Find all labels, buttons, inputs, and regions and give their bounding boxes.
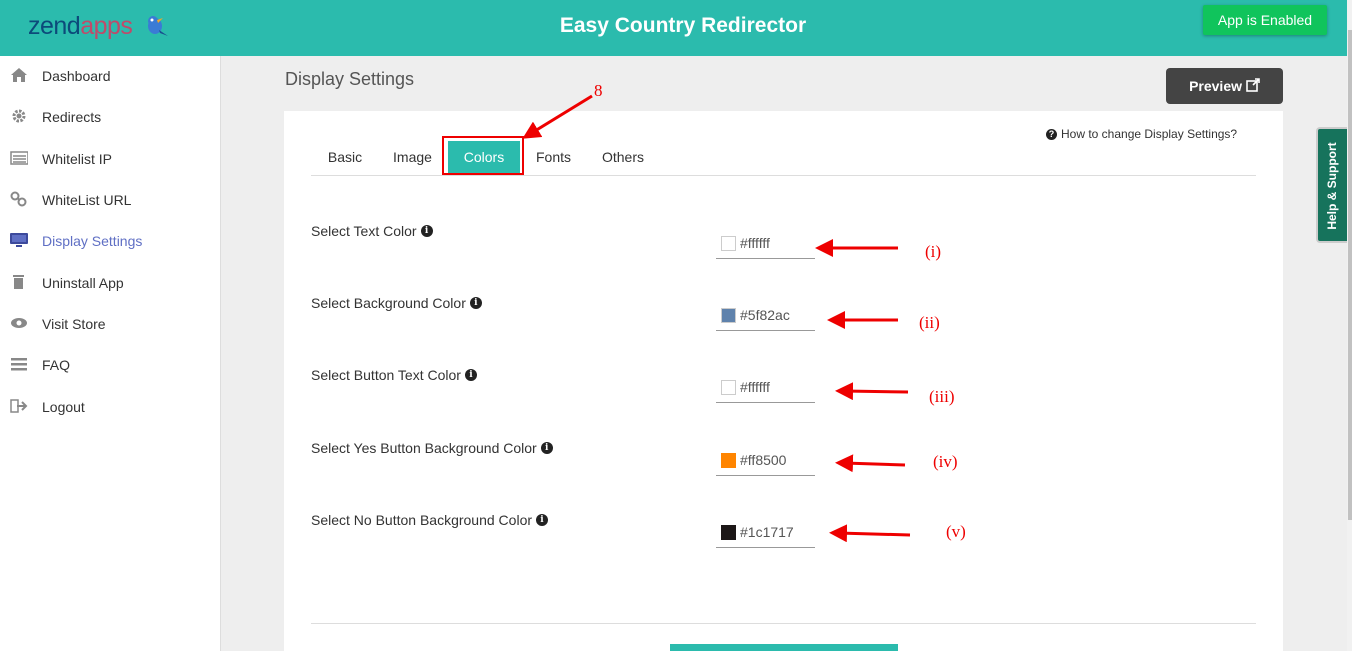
top-bar: zendapps Easy Country Redirector App is …: [0, 0, 1347, 56]
sidebar-item-label: Visit Store: [42, 316, 106, 332]
color-swatch[interactable]: [721, 453, 736, 468]
marker-label: (v): [946, 522, 966, 541]
marker-label: (iv): [933, 452, 958, 471]
marker-label: (iii): [929, 387, 955, 406]
info-icon[interactable]: i: [536, 514, 549, 526]
sidebar-item-label: Display Settings: [42, 233, 143, 249]
field-label-text: Select Button Text Color: [311, 367, 461, 383]
sidebar-item-display-settings[interactable]: Display Settings: [0, 225, 221, 255]
field-label-text: Select No Button Background Color: [311, 512, 533, 528]
trash-icon: [13, 275, 24, 289]
text-color-input[interactable]: #ffffff: [716, 229, 815, 259]
preview-button-label: Preview: [1189, 78, 1243, 94]
tab-fonts[interactable]: Fonts: [526, 141, 581, 174]
tab-image[interactable]: Image: [385, 141, 440, 174]
sidebar-item-visit-store[interactable]: Visit Store: [0, 308, 221, 338]
help-support-label: Help & Support: [1325, 142, 1339, 230]
home-icon: [11, 68, 27, 82]
field-label-text: Select Background Color: [311, 295, 466, 311]
sidebar-item-faq[interactable]: FAQ: [0, 349, 221, 379]
text-color-label: Select Text Color i: [311, 223, 433, 239]
color-swatch[interactable]: [721, 236, 736, 251]
color-value: #ffffff: [740, 235, 770, 251]
sidebar-item-whitelist-url[interactable]: WhiteList URL: [0, 184, 221, 214]
color-value: #ffffff: [740, 379, 770, 395]
sidebar-item-dashboard[interactable]: Dashboard: [0, 60, 221, 90]
preview-button[interactable]: Preview: [1166, 68, 1283, 104]
step-number: 8: [594, 81, 603, 100]
help-link[interactable]: ? How to change Display Settings?: [1046, 127, 1237, 141]
external-link-icon: [1246, 78, 1260, 92]
tab-others[interactable]: Others: [594, 141, 652, 174]
scrollbar-thumb[interactable]: [1348, 30, 1352, 520]
sidebar-item-redirects[interactable]: Redirects: [0, 101, 221, 131]
question-icon: ?: [1046, 128, 1057, 140]
app-enabled-button[interactable]: App is Enabled: [1203, 5, 1327, 35]
info-icon[interactable]: i: [540, 442, 553, 454]
gear-icon: [12, 109, 26, 123]
form-divider: [311, 623, 1256, 624]
button-text-color-input[interactable]: #ffffff: [716, 373, 815, 403]
tab-highlight-box: [442, 136, 524, 175]
help-link-text: How to change Display Settings?: [1061, 127, 1238, 141]
sidebar-item-label: Uninstall App: [42, 275, 124, 291]
no-button-bg-color-input[interactable]: #1c1717: [716, 518, 815, 548]
color-swatch[interactable]: [721, 380, 736, 395]
eye-icon: [11, 318, 27, 328]
menu-icon: [11, 358, 27, 371]
sidebar-item-label: FAQ: [42, 357, 71, 373]
info-icon[interactable]: i: [469, 297, 482, 309]
sidebar-item-label: Whitelist IP: [42, 151, 113, 167]
color-swatch[interactable]: [721, 308, 736, 323]
sidebar-item-label: Redirects: [42, 109, 102, 125]
yes-button-bg-color-label: Select Yes Button Background Color i: [311, 440, 553, 456]
link-icon: [10, 191, 27, 207]
color-value: #5f82ac: [740, 307, 790, 323]
list-icon: [10, 151, 28, 165]
color-value: #ff8500: [740, 452, 787, 468]
save-button[interactable]: [670, 644, 898, 651]
monitor-icon: [10, 233, 28, 247]
field-label-text: Select Text Color: [311, 223, 417, 239]
background-color-label: Select Background Color i: [311, 295, 482, 311]
yes-button-bg-color-input[interactable]: #ff8500: [716, 446, 815, 476]
page-title: Display Settings: [285, 69, 415, 89]
info-icon[interactable]: i: [464, 369, 477, 381]
no-button-bg-color-label: Select No Button Background Color i: [311, 512, 549, 528]
button-text-color-label: Select Button Text Color i: [311, 367, 477, 383]
info-icon[interactable]: i: [420, 225, 433, 237]
sidebar-item-label: Dashboard: [42, 68, 111, 84]
tab-divider: [311, 175, 1256, 176]
logout-icon: [10, 399, 28, 413]
sidebar-item-label: Logout: [42, 399, 85, 415]
field-label-text: Select Yes Button Background Color: [311, 440, 537, 456]
color-value: #1c1717: [740, 524, 794, 540]
marker-label: (ii): [919, 313, 940, 332]
color-swatch[interactable]: [721, 525, 736, 540]
marker-label: (i): [925, 242, 942, 261]
sidebar-item-label: WhiteList URL: [42, 192, 132, 208]
background-color-input[interactable]: #5f82ac: [716, 301, 815, 331]
sidebar-item-whitelist-ip[interactable]: Whitelist IP: [0, 143, 221, 173]
tab-basic[interactable]: Basic: [318, 141, 372, 174]
app-title: Easy Country Redirector: [559, 14, 807, 37]
sidebar-item-logout[interactable]: Logout: [0, 391, 221, 421]
sidebar-item-uninstall-app[interactable]: Uninstall App: [0, 267, 221, 297]
